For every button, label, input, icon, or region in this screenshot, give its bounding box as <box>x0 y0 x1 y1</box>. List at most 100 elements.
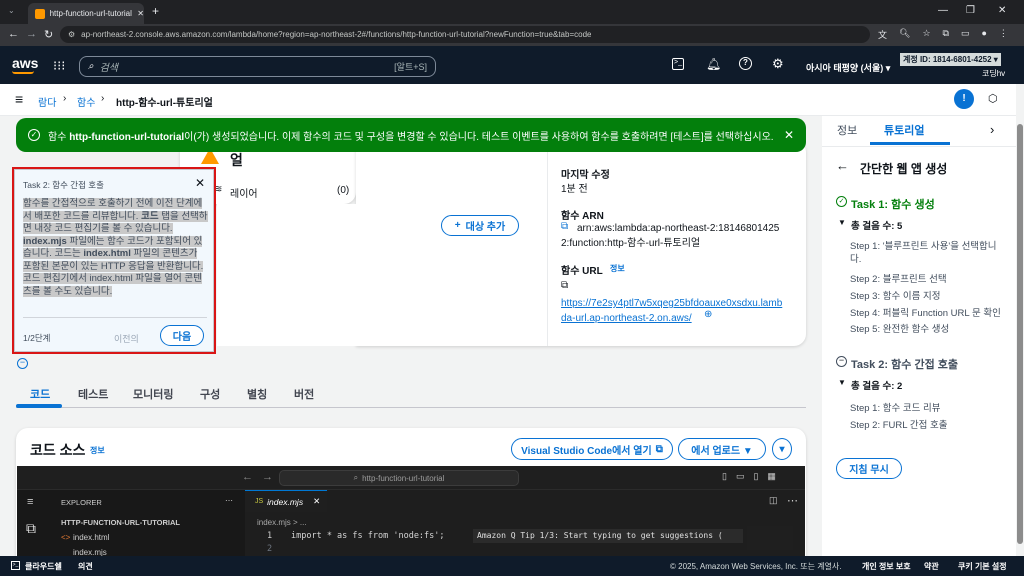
copy-url-icon[interactable]: ⧉ <box>561 280 568 291</box>
user-name[interactable]: 코딩hv <box>982 68 1005 79</box>
editor-command-search[interactable]: ⌕ http-function-url-tutorial <box>279 470 519 486</box>
page-scrollbar[interactable] <box>1016 84 1024 556</box>
function-url-info-link[interactable]: 정보 <box>610 263 625 274</box>
breadcrumb-lambda[interactable]: 람다 <box>38 94 56 109</box>
cloudshell-link[interactable]: 클라우드쉘 <box>25 561 62 572</box>
tutorial-tab-indicator <box>870 142 950 145</box>
back-arrow-icon[interactable]: ← <box>836 158 849 173</box>
layer-label[interactable]: 레이어 <box>230 185 258 200</box>
task1-title[interactable]: Task 1: 함수 생성 <box>851 196 935 212</box>
tab-monitoring[interactable]: 모니터링 <box>133 386 173 402</box>
sidebar-icon[interactable]: ▭ <box>961 28 970 41</box>
editor-tab[interactable]: JS index.mjs ✕ <box>245 490 327 512</box>
toggle-secondary-icon[interactable]: ▯ <box>753 471 758 482</box>
code-line[interactable]: import * as fs from 'node:fs'; <box>291 531 445 541</box>
line-number: 1 <box>267 531 273 541</box>
notifications-bell-icon[interactable]: 🔔︎ <box>706 57 721 71</box>
tab-panel-info[interactable]: 정보 <box>837 122 857 138</box>
minimize-icon[interactable]: — <box>938 5 948 16</box>
cookie-preferences-link[interactable]: 쿠키 기본 설정 <box>958 561 1007 572</box>
popover-step-counter: 1/2단계 <box>23 333 51 343</box>
account-id[interactable]: 계정 ID: 1814-6801-4252 ▾ <box>900 53 1001 66</box>
breadcrumb-functions[interactable]: 함수 <box>77 94 95 109</box>
tab-code[interactable]: 코드 <box>30 386 50 402</box>
toggle-sidebar-icon[interactable]: ▯ <box>722 471 727 482</box>
terms-link[interactable]: 약관 <box>924 561 939 572</box>
menu-icon[interactable]: ⋮ <box>999 28 1008 41</box>
toggle-panel-icon[interactable]: ▭ <box>736 471 745 482</box>
close-banner-icon[interactable]: ✕ <box>784 128 794 142</box>
tab-panel-tutorial[interactable]: 튜토리얼 <box>884 122 924 138</box>
editor-more-icon[interactable]: ⋯ <box>787 494 798 507</box>
settings-hexagon-icon[interactable]: ⬡ <box>988 92 998 105</box>
close-editor-tab-icon[interactable]: ✕ <box>313 496 320 507</box>
task2-total[interactable]: 총 걸음 수: 2 <box>851 378 902 392</box>
close-tab-icon[interactable]: ✕ <box>137 9 144 18</box>
tab-versions[interactable]: 버전 <box>294 386 314 402</box>
editor-forward-icon[interactable]: → <box>262 471 273 483</box>
search-icon: ⌕ <box>353 473 359 482</box>
task-complete-icon: ✓ <box>836 196 847 207</box>
new-tab-icon[interactable]: + <box>152 4 159 18</box>
tab-test[interactable]: 테스트 <box>78 386 108 402</box>
tab-aliases[interactable]: 별칭 <box>247 386 267 402</box>
back-icon[interactable]: ← <box>8 28 19 40</box>
external-link-icon: ⧉ <box>655 443 663 455</box>
popover-next-button[interactable]: 다음 <box>160 325 204 346</box>
function-url-label: 함수 URL <box>561 266 603 277</box>
collapse-chevron-button[interactable]: ▾ <box>772 438 792 460</box>
dismiss-guidance-button[interactable]: 지침 무시 <box>836 458 902 479</box>
translate-icon[interactable]: 文 <box>878 28 887 41</box>
split-editor-icon[interactable]: ◫ <box>769 495 778 506</box>
task2-title[interactable]: Task 2: 함수 간접 호출 <box>851 356 958 372</box>
tab-list-chevron-icon[interactable]: ⌄ <box>8 6 15 15</box>
settings-gear-icon[interactable]: ⚙ <box>772 56 784 72</box>
customize-layout-icon[interactable]: ▦ <box>767 471 776 482</box>
add-destination-button[interactable]: + 대상 추가 <box>441 215 519 236</box>
upload-from-button[interactable]: 에서 업로드 ▼ <box>678 438 766 460</box>
editor-back-icon[interactable]: ← <box>242 471 253 483</box>
browser-tab[interactable]: http-function-url-tutorial | 함 ✕ <box>28 3 144 24</box>
code-source-info-link[interactable]: 정보 <box>90 445 105 456</box>
cloudshell-footer-icon[interactable]: >_ <box>11 561 20 570</box>
forward-icon[interactable]: → <box>26 28 37 40</box>
open-vscode-button[interactable]: Visual Studio Code에서 열기 ⧉ <box>511 438 673 460</box>
region-selector[interactable]: 아시아 태평양 (서울) ▾ <box>806 61 890 74</box>
file-index-html[interactable]: index.html <box>73 533 109 542</box>
folder-name[interactable]: HTTP-FUNCTION-URL-TUTORIAL <box>61 518 180 527</box>
privacy-link[interactable]: 개인 정보 보호 <box>862 561 911 572</box>
collapse-circle-icon[interactable]: − <box>17 358 28 369</box>
help-icon[interactable]: ? <box>739 57 752 70</box>
zoom-icon[interactable]: 🔍︎ <box>899 28 910 41</box>
bookmark-star-icon[interactable]: ☆ <box>922 28 930 41</box>
chevron-right-icon[interactable]: › <box>990 122 994 137</box>
caret-down-icon: ▼ <box>838 378 846 387</box>
extensions-icon[interactable]: ⧉ <box>943 28 949 41</box>
menu-icon[interactable]: ≡ <box>27 496 33 508</box>
scrollbar-thumb[interactable] <box>1017 124 1023 544</box>
explorer-files-icon[interactable]: ⧉ <box>26 520 36 537</box>
popover-prev-button[interactable]: 이전의 <box>114 332 139 345</box>
close-popover-icon[interactable]: ✕ <box>195 176 205 190</box>
aws-favicon-icon <box>35 8 45 19</box>
close-window-icon[interactable]: ✕ <box>998 5 1006 16</box>
profile-icon[interactable]: ● <box>981 28 986 41</box>
task1-total[interactable]: 총 걸음 수: 5 <box>851 218 902 232</box>
function-url-link[interactable]: https://7e2sy4ptl7w5xqeg25bfdoauxe0xsdxu… <box>561 296 786 326</box>
arn-label: 함수 ARN <box>561 211 604 222</box>
site-info-icon[interactable]: ⚙ <box>68 30 75 39</box>
external-link-icon[interactable]: ⊕ <box>704 309 712 320</box>
hamburger-menu-icon[interactable]: ≡ <box>15 91 23 107</box>
services-grid-icon[interactable]: ⁝⁝⁝ <box>53 58 65 74</box>
feedback-link[interactable]: 의견 <box>78 561 93 572</box>
cloudshell-icon[interactable]: >_ <box>672 58 684 70</box>
popover-body: Task 2: 함수 간접 호출 ✕ 함수를 간접적으로 호출하기 전에 이전 … <box>14 169 214 352</box>
aws-search-input[interactable]: ⌕ 검색 [알트+S] <box>79 56 436 77</box>
tab-configuration[interactable]: 구성 <box>200 386 220 402</box>
maximize-icon[interactable]: ❐ <box>966 5 975 16</box>
explorer-more-icon[interactable]: ⋯ <box>225 496 233 505</box>
reload-icon[interactable]: ↻ <box>44 28 53 41</box>
url-field[interactable]: ⚙ ap-northeast-2.console.aws.amazon.com/… <box>60 26 870 43</box>
notification-info-icon[interactable]: ! <box>954 89 974 109</box>
aws-logo[interactable]: aws <box>12 55 38 71</box>
